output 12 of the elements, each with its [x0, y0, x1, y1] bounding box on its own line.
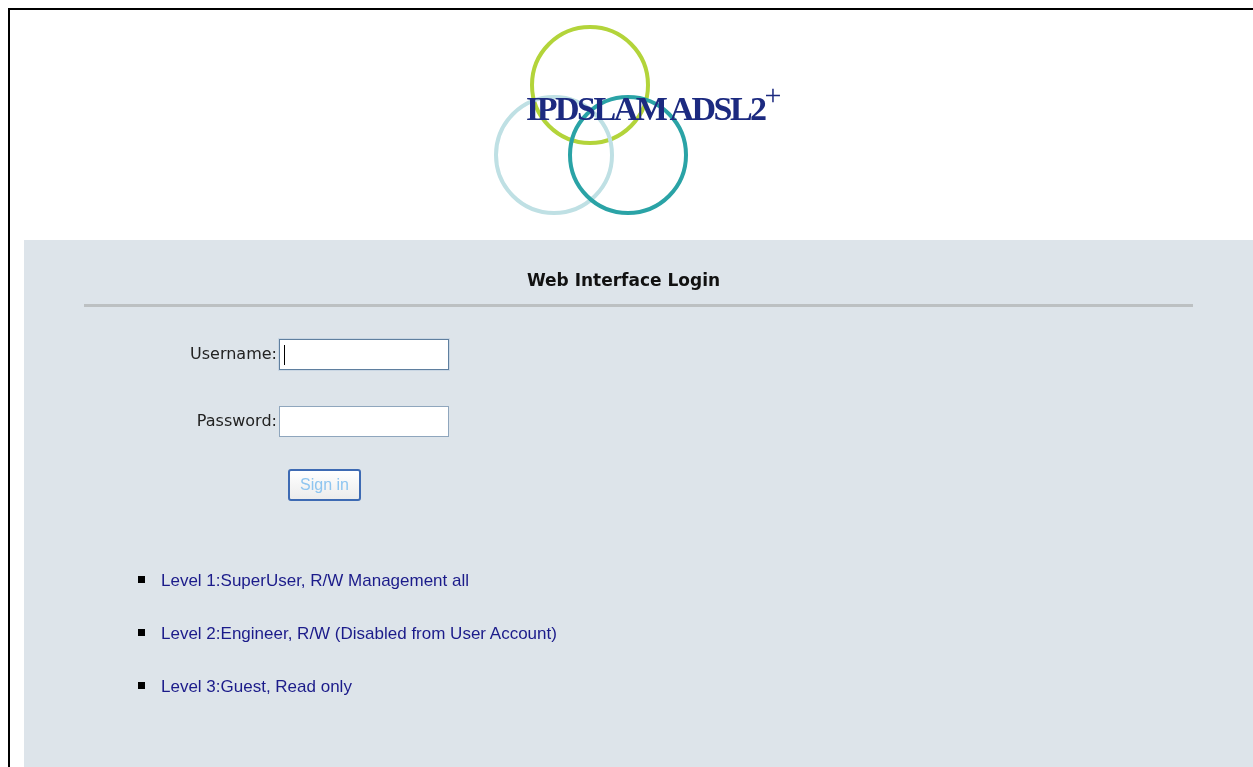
access-level-text: Level 1:SuperUser, R/W Management all — [161, 569, 470, 592]
input-field[interactable] — [278, 405, 449, 437]
field-label: Username: — [190, 343, 277, 365]
bullet-icon — [138, 681, 145, 689]
sign-in-button[interactable]: Sign in — [288, 468, 361, 501]
access-level-text: Level 2:Engineer, R/W (Disabled from User Account) — [161, 622, 557, 645]
field-label: Password: — [195, 410, 277, 432]
bullet-icon — [138, 575, 145, 583]
bullet-icon — [138, 628, 145, 636]
input-field[interactable] — [278, 338, 449, 370]
login-title: Web Interface Login — [525, 269, 722, 292]
access-level-text: Level 3:Guest, Read only — [161, 675, 352, 698]
